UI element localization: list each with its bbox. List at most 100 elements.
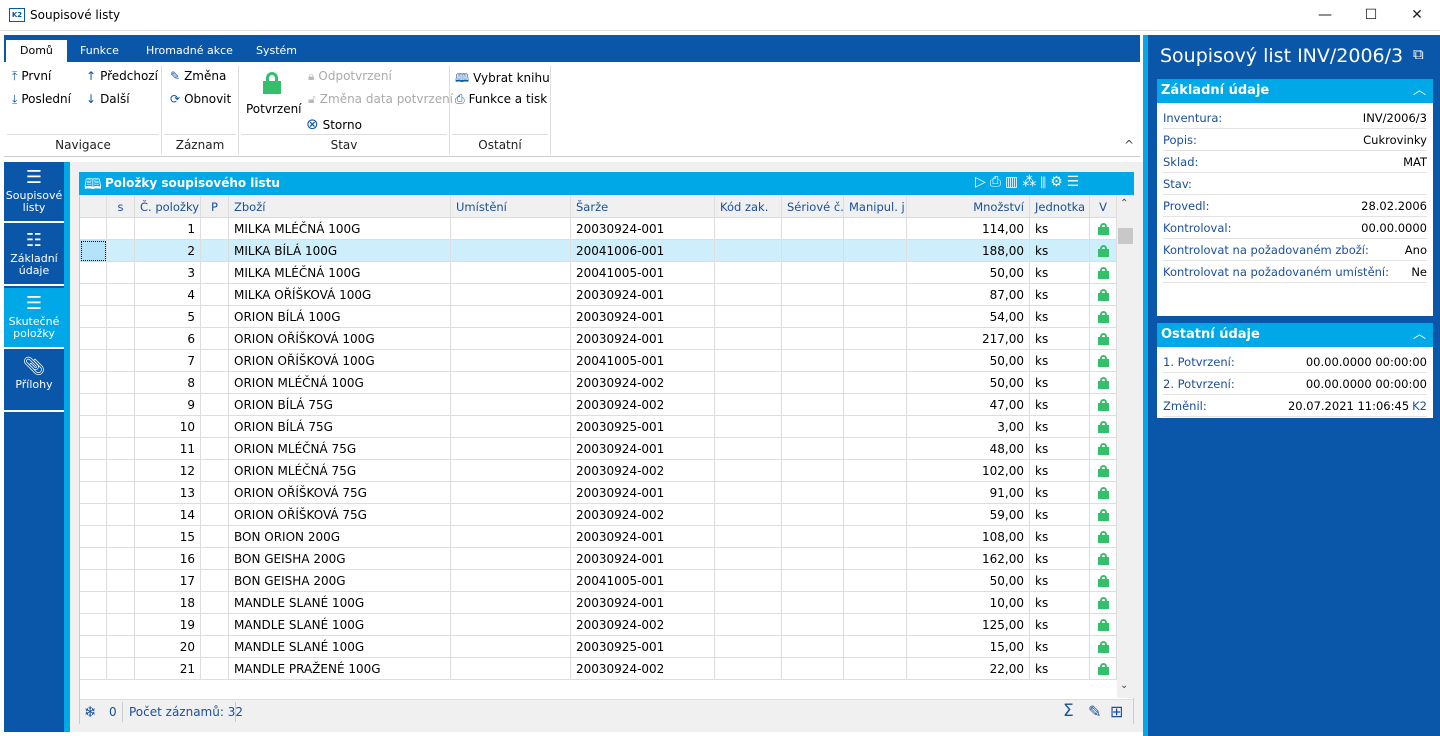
table-row[interactable]: 16 BON GEISHA 200G 20030924-001 162,00 ks (80, 548, 1117, 570)
previous-button[interactable]: ↑ Předchozí (86, 69, 158, 83)
basic-section-header[interactable]: Základní údaje ︿ (1157, 79, 1433, 103)
table-cell (844, 306, 907, 328)
table-row[interactable]: 19 MANDLE SLANÉ 100G 20030924-002 125,00 ks (80, 614, 1117, 636)
nav-item-2[interactable]: ☰ Skutečné položky (4, 288, 64, 349)
table-cell (715, 262, 782, 284)
first-button[interactable]: ⤒ První (12, 69, 51, 84)
table-row[interactable]: 12 ORION MLÉČNÁ 75G 20030924-002 102,00 ks (80, 460, 1117, 482)
table-cell: 188,00 (907, 240, 1030, 262)
filter-snowflake-icon[interactable]: ❄ (84, 703, 97, 721)
column-header[interactable]: Jednotka (1030, 196, 1090, 218)
column-header[interactable]: Sériové č. (782, 196, 844, 218)
table-cell (107, 350, 135, 372)
scroll-down-icon[interactable]: ⌄ (1120, 680, 1128, 691)
changed-by-link[interactable]: K2 (1412, 399, 1427, 413)
open-external-icon[interactable]: ⧉ (1413, 45, 1424, 63)
columns-icon[interactable]: ⫴ (1040, 174, 1050, 190)
table-row[interactable]: 11 ORION MLÉČNÁ 75G 20030924-001 48,00 ks (80, 438, 1117, 460)
table-cell: 20030924-001 (571, 218, 715, 240)
table-cell (451, 372, 571, 394)
column-header[interactable]: P (201, 196, 229, 218)
vertical-scrollbar[interactable]: ⌃ ⌄ (1117, 196, 1134, 698)
table-row[interactable]: 3 MILKA MLÉČNÁ 100G 20041005-001 50,00 ks (80, 262, 1117, 284)
table-cell (80, 218, 107, 240)
table-cell (107, 658, 135, 680)
table-row[interactable]: 8 ORION MLÉČNÁ 100G 20030924-002 50,00 ks (80, 372, 1117, 394)
table-cell (201, 636, 229, 658)
column-header[interactable]: Kód zak. (715, 196, 782, 218)
nav-item-1[interactable]: ☷ Základní údaje (4, 225, 64, 286)
unconfirm-button[interactable]: 🔒︎ Odpotvrzení (308, 69, 392, 84)
table-row[interactable]: 9 ORION BÍLÁ 75G 20030924-002 47,00 ks (80, 394, 1117, 416)
table-cell: ks (1030, 328, 1090, 350)
maximize-button[interactable]: ☐ (1348, 0, 1394, 31)
scroll-up-icon[interactable]: ⌃ (1120, 198, 1128, 209)
chart-icon[interactable]: ▥ (1005, 174, 1022, 190)
select-book-button[interactable]: 🕮 Vybrat knihu (455, 69, 550, 90)
play-icon[interactable]: ▷ (975, 174, 990, 190)
table-row[interactable]: 7 ORION OŘÍŠKOVÁ 100G 20041005-001 50,00 ks (80, 350, 1117, 372)
tab-system[interactable]: Systém (242, 40, 311, 62)
table-row[interactable]: 20 MANDLE SLANÉ 100G 20030925-001 15,00 ks (80, 636, 1117, 658)
column-header[interactable] (80, 196, 107, 218)
tab-funkce[interactable]: Funkce (66, 40, 133, 62)
cancel-circle-icon: ⊗ (306, 115, 319, 133)
column-header[interactable]: Zboží (229, 196, 451, 218)
confirm-button[interactable]: Potvrzení (246, 72, 302, 116)
table-cell (782, 614, 844, 636)
add-record-icon[interactable]: ⊞ (1110, 702, 1123, 721)
table-row[interactable]: 10 ORION BÍLÁ 75G 20030925-001 3,00 ks (80, 416, 1117, 438)
table-row[interactable]: 1 MILKA MLÉČNÁ 100G 20030924-001 114,00 ks (80, 218, 1117, 240)
gear-icon[interactable]: ⚙ (1050, 174, 1067, 190)
nav-item-3[interactable]: 📎︎ Přílohy (4, 351, 64, 412)
last-button[interactable]: ⤓ Poslední (12, 92, 71, 107)
column-header[interactable]: Množství (907, 196, 1030, 218)
table-row[interactable]: 13 ORION OŘÍŠKOVÁ 75G 20030924-001 91,00 ks (80, 482, 1117, 504)
lock-icon (1090, 570, 1117, 592)
change-date-button[interactable]: 🔓︎ Změna data potvrzení (308, 92, 453, 107)
column-header[interactable]: V (1090, 196, 1117, 218)
scroll-thumb[interactable] (1118, 228, 1133, 244)
grid-title: Položky soupisového listu (105, 176, 280, 190)
table-row[interactable]: 21 MANDLE PRAŽENÉ 100G 20030924-002 22,00 ks (80, 658, 1117, 680)
column-header[interactable]: Č. položky (135, 196, 201, 218)
collapse-ribbon-button[interactable]: ^ (1124, 138, 1134, 152)
column-header[interactable]: Umístění (451, 196, 571, 218)
table-row[interactable]: 4 MILKA OŘÍŠKOVÁ 100G 20030924-001 87,00 ks (80, 284, 1117, 306)
table-cell: 20030924-001 (571, 482, 715, 504)
group-label: Ostatní (452, 134, 548, 154)
tab-hromadne-akce[interactable]: Hromadné akce (132, 40, 247, 62)
printer-icon[interactable]: ⎙ (990, 174, 1005, 190)
chevron-up-icon[interactable]: ︿ (1405, 79, 1433, 103)
table-row[interactable]: 14 ORION OŘÍŠKOVÁ 75G 20030924-002 59,00 ks (80, 504, 1117, 526)
table-row[interactable]: 18 MANDLE SLANÉ 100G 20030924-001 10,00 ks (80, 592, 1117, 614)
table-row[interactable]: 5 ORION BÍLÁ 100G 20030924-001 54,00 ks (80, 306, 1117, 328)
menu-icon[interactable]: ☰ (1067, 174, 1084, 190)
table-cell: 20030924-002 (571, 658, 715, 680)
close-button[interactable]: ✕ (1394, 0, 1440, 31)
table-row[interactable]: 6 ORION OŘÍŠKOVÁ 100G 20030924-001 217,00 ks (80, 328, 1117, 350)
sum-icon[interactable]: Σ (1063, 701, 1074, 721)
table-cell (844, 570, 907, 592)
nav-item-0[interactable]: ☰ Soupisové listy (4, 162, 64, 223)
storno-button[interactable]: ⊗ Storno (306, 115, 362, 133)
refresh-button[interactable]: ⟳ Obnovit (170, 92, 231, 106)
next-button[interactable]: ↓ Další (86, 92, 130, 106)
table-row[interactable]: 15 BON ORION 200G 20030924-001 108,00 ks (80, 526, 1117, 548)
column-header[interactable]: s (107, 196, 135, 218)
tab-domu[interactable]: Domů (6, 40, 67, 62)
table-cell: 5 (135, 306, 201, 328)
print-button[interactable]: ⎙ Funkce a tisk (455, 92, 547, 107)
other-section-header[interactable]: Ostatní údaje ︿ (1157, 323, 1433, 347)
table-cell (107, 284, 135, 306)
minimize-button[interactable]: — (1302, 0, 1348, 31)
table-cell (451, 394, 571, 416)
edit-button[interactable]: ✎ Změna (170, 69, 226, 83)
pencil-icon[interactable]: ✎ (1088, 702, 1101, 721)
cubes-icon[interactable]: ⁂ (1022, 174, 1040, 190)
table-row[interactable]: 17 BON GEISHA 200G 20041005-001 50,00 ks (80, 570, 1117, 592)
table-row[interactable]: 2 MILKA BÍLÁ 100G 20041006-001 188,00 ks (80, 240, 1117, 262)
chevron-up-icon[interactable]: ︿ (1405, 323, 1433, 347)
column-header[interactable]: Šarže (571, 196, 715, 218)
column-header[interactable]: Manipul. j. (844, 196, 907, 218)
